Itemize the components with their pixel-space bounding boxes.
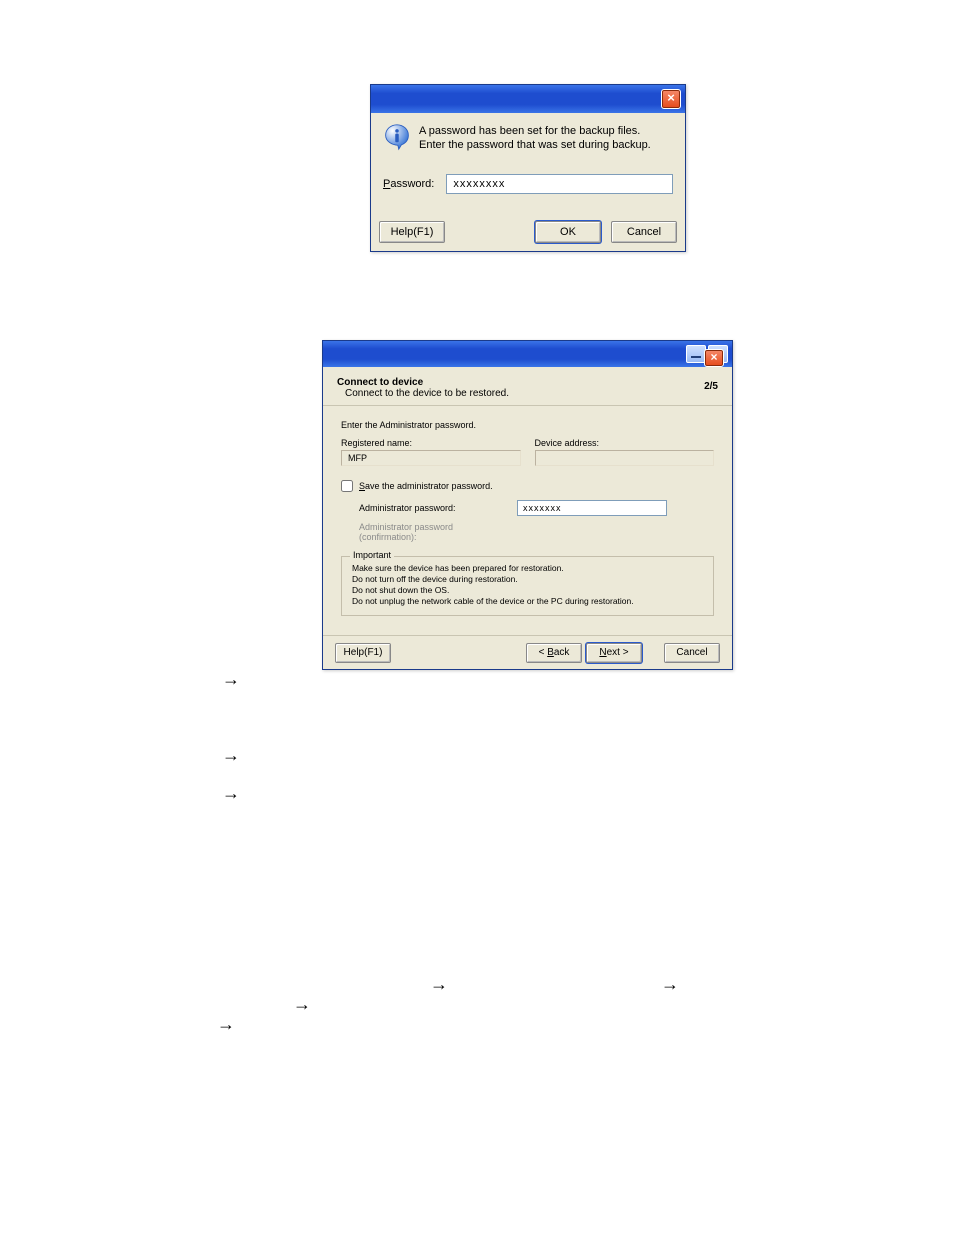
admin-password-input[interactable]	[517, 500, 667, 516]
arrow-icon: →	[222, 669, 240, 690]
arrow-icon: →	[222, 745, 240, 766]
device-address-label: Device address:	[535, 438, 715, 448]
admin-password-confirm-label: Administrator password (confirmation):	[359, 522, 509, 542]
arrow-icon: →	[293, 994, 311, 1015]
save-password-checkbox[interactable]	[341, 480, 353, 492]
admin-password-confirm-input	[517, 524, 667, 540]
back-button[interactable]: < Back	[526, 643, 582, 663]
important-line-4: Do not unplug the network cable of the d…	[352, 596, 703, 607]
titlebar[interactable]: ×	[323, 341, 732, 367]
close-icon: ×	[710, 350, 717, 364]
close-button[interactable]: ×	[704, 349, 724, 367]
arrow-icon: →	[222, 783, 240, 804]
important-line-3: Do not shut down the OS.	[352, 585, 703, 596]
titlebar[interactable]: ×	[371, 85, 685, 113]
cancel-button[interactable]: Cancel	[664, 643, 720, 663]
dialog-message: A password has been set for the backup f…	[419, 123, 651, 152]
password-dialog: ×	[370, 84, 686, 252]
important-group: Important Make sure the device has been …	[341, 556, 714, 616]
help-button[interactable]: Help(F1)	[335, 643, 391, 663]
cancel-button[interactable]: Cancel	[611, 221, 677, 243]
info-icon	[383, 123, 411, 151]
instruction-text: Enter the Administrator password.	[341, 420, 714, 430]
next-button[interactable]: Next >	[586, 643, 642, 663]
close-button[interactable]: ×	[661, 89, 681, 109]
password-input[interactable]	[446, 174, 673, 194]
password-label: Password:	[383, 178, 434, 190]
message-line-2: Enter the password that was set during b…	[419, 138, 651, 152]
wizard-title: Connect to device	[337, 377, 509, 388]
important-line-1: Make sure the device has been prepared f…	[352, 563, 703, 574]
close-icon: ×	[667, 90, 675, 105]
arrow-icon: →	[217, 1014, 235, 1035]
important-legend: Important	[350, 550, 394, 560]
registered-name-label: Registered name:	[341, 438, 521, 448]
step-indicator: 2/5	[704, 381, 718, 392]
wizard-subtitle: Connect to the device to be restored.	[345, 388, 509, 399]
save-password-label: Save the administrator password.	[359, 481, 493, 491]
message-line-1: A password has been set for the backup f…	[419, 124, 651, 138]
connect-device-wizard: × Connect to device Connect to the devic…	[322, 340, 733, 670]
minimize-button[interactable]	[686, 345, 706, 363]
arrow-icon: →	[661, 974, 679, 995]
arrow-icon: →	[430, 974, 448, 995]
important-line-2: Do not turn off the device during restor…	[352, 574, 703, 585]
help-button[interactable]: Help(F1)	[379, 221, 445, 243]
device-address-value	[535, 450, 715, 466]
registered-name-value: MFP	[341, 450, 521, 466]
admin-password-label: Administrator password:	[359, 503, 509, 513]
ok-button[interactable]: OK	[535, 221, 601, 243]
